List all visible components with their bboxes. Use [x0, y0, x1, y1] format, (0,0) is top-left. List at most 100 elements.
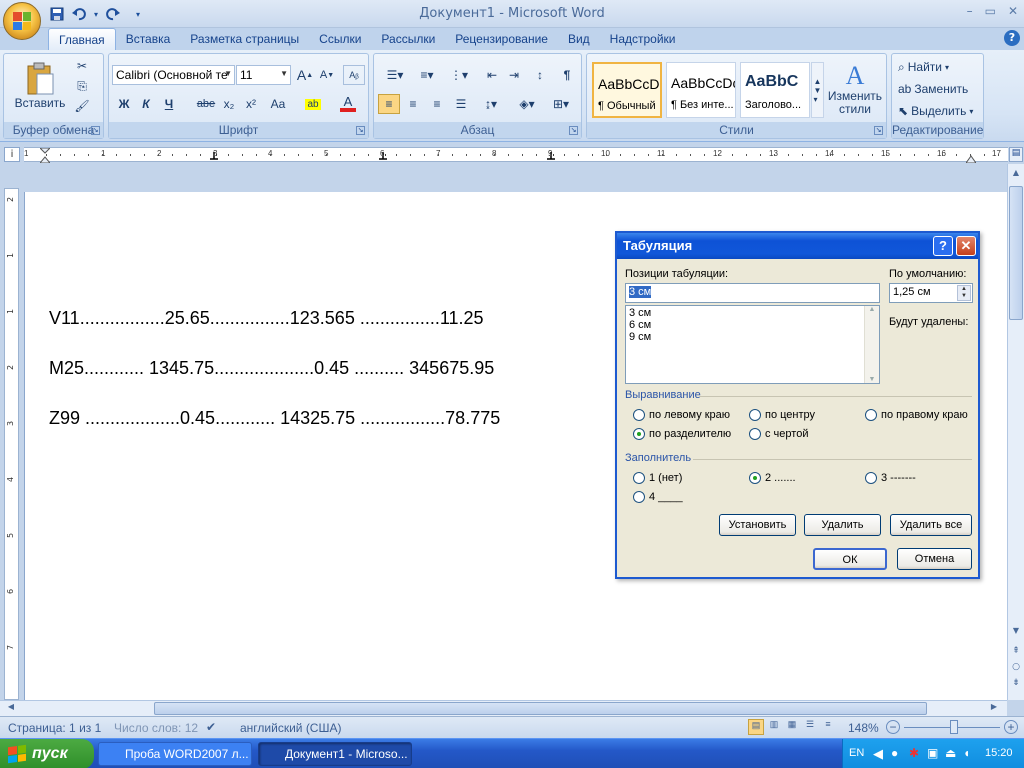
replace-button[interactable]: ab Заменить: [898, 80, 968, 98]
align-right-radio[interactable]: по правому краю: [865, 409, 968, 421]
page-count[interactable]: Страница: 1 из 1: [8, 721, 101, 735]
scroll-down-icon[interactable]: ▼: [1009, 626, 1023, 640]
save-icon[interactable]: [48, 5, 66, 23]
align-center-icon[interactable]: ≡: [402, 94, 424, 114]
justify-icon[interactable]: ☰: [450, 94, 472, 114]
font-size-combo[interactable]: 11 ▼: [236, 65, 291, 85]
next-page-icon[interactable]: ⇟: [1009, 678, 1023, 690]
language-indicator[interactable]: английский (США): [240, 721, 341, 735]
strikethrough-button[interactable]: abe: [195, 94, 217, 114]
horizontal-ruler[interactable]: 1 1 2 3 4 5 6 7 8 9 10 11 12 13 14 15 16…: [24, 147, 1013, 163]
previous-page-icon[interactable]: ⇞: [1009, 646, 1023, 658]
redo-icon[interactable]: [104, 5, 122, 23]
ok-button[interactable]: ОК: [813, 548, 887, 570]
tab-review[interactable]: Рецензирование: [445, 28, 558, 50]
antivirus-icon[interactable]: ●: [891, 746, 898, 760]
bold-button[interactable]: Ж: [114, 94, 134, 114]
numbering-icon[interactable]: ≡▾: [412, 65, 442, 85]
font-launcher-icon[interactable]: ↘: [356, 126, 365, 135]
borders-icon[interactable]: ⊞▾: [546, 94, 576, 114]
align-bar-radio[interactable]: с чертой: [749, 428, 808, 440]
spinner-arrows-icon[interactable]: ▲ ▼: [957, 285, 971, 301]
tab-insert[interactable]: Вставка: [116, 28, 181, 50]
bluetooth-icon[interactable]: ✱: [909, 746, 919, 760]
tab-home[interactable]: Главная: [48, 28, 116, 50]
clear-all-button[interactable]: Удалить все: [890, 514, 972, 536]
cancel-button[interactable]: Отмена: [897, 548, 972, 570]
vertical-ruler[interactable]: 2 1 1 2 3 4 5 6 7: [4, 188, 19, 700]
clear-formatting-icon[interactable]: Aᵦ: [343, 65, 365, 85]
line-spacing-icon[interactable]: ↨▾: [476, 94, 506, 114]
customize-qat-icon[interactable]: ▾: [134, 5, 142, 23]
paragraph-launcher-icon[interactable]: ↘: [569, 126, 578, 135]
dialog-titlebar[interactable]: Табуляция: [617, 233, 978, 259]
volume-icon[interactable]: ◖: [963, 746, 970, 760]
style-no-spacing[interactable]: AaBbCcDc ¶ Без инте...: [666, 62, 736, 118]
clipboard-launcher-icon[interactable]: ↘: [91, 126, 100, 135]
grow-font-icon[interactable]: A ▲: [295, 65, 315, 85]
clear-button[interactable]: Удалить: [804, 514, 881, 536]
highlight-icon[interactable]: ab: [301, 94, 325, 114]
list-item[interactable]: 3 см: [629, 307, 876, 319]
tab-mailings[interactable]: Рассылки: [371, 28, 445, 50]
safely-remove-icon[interactable]: ⏏: [945, 746, 956, 760]
font-color-icon[interactable]: A: [339, 92, 357, 114]
subscript-button[interactable]: x₂: [219, 94, 239, 114]
tab-selector-button[interactable]: i: [4, 147, 20, 162]
horizontal-scrollbar[interactable]: ◀ ▶: [0, 700, 1007, 716]
italic-button[interactable]: К: [136, 94, 156, 114]
find-button[interactable]: ⌕ Найти ▾: [898, 58, 949, 76]
font-name-combo[interactable]: Calibri (Основной те ▼: [112, 65, 235, 85]
leader-dashes-radio[interactable]: 3 -------: [865, 472, 916, 484]
indent-marker-icon[interactable]: [40, 148, 50, 163]
leader-none-radio[interactable]: 1 (нет): [633, 472, 682, 484]
underline-button[interactable]: Ч: [158, 94, 180, 114]
align-left-icon[interactable]: ≡: [378, 94, 400, 114]
scroll-thumb[interactable]: [1009, 186, 1023, 320]
draft-icon[interactable]: ≡: [820, 719, 836, 735]
start-button[interactable]: пуск: [0, 739, 94, 768]
zoom-slider-thumb[interactable]: [950, 720, 958, 734]
right-indent-marker-icon[interactable]: [966, 148, 976, 163]
web-layout-icon[interactable]: ▦: [784, 719, 800, 735]
decrease-indent-icon[interactable]: ⇤: [482, 65, 502, 85]
sort-icon[interactable]: ↕: [530, 65, 550, 85]
align-decimal-radio[interactable]: по разделителю: [633, 428, 731, 440]
scroll-right-icon[interactable]: ▶: [987, 702, 1001, 716]
cut-icon[interactable]: ✂: [74, 58, 90, 74]
taskbar-item-active[interactable]: Документ1 - Microso...: [258, 742, 412, 766]
align-right-icon[interactable]: ≡: [426, 94, 448, 114]
leader-dots-radio[interactable]: 2 .......: [749, 472, 796, 484]
select-button[interactable]: ⬉ Выделить ▾: [898, 102, 973, 120]
scroll-down-icon[interactable]: ▼: [865, 376, 879, 383]
list-item[interactable]: 6 см: [629, 319, 876, 331]
vertical-scrollbar[interactable]: ▲ ▼ ⇞ ○ ⇟: [1007, 164, 1024, 700]
dialog-help-button[interactable]: ?: [933, 236, 953, 256]
copy-icon[interactable]: ⎘: [74, 78, 90, 94]
list-scrollbar[interactable]: ▲ ▼: [864, 306, 879, 383]
multilevel-list-icon[interactable]: ⋮▾: [444, 65, 474, 85]
style-heading-1[interactable]: AaBbC Заголово...: [740, 62, 810, 118]
styles-launcher-icon[interactable]: ↘: [874, 126, 883, 135]
default-stops-spinner[interactable]: 1,25 см ▲ ▼: [889, 283, 973, 303]
style-normal[interactable]: AaBbCcDc ¶ Обычный: [592, 62, 662, 118]
help-icon[interactable]: ?: [1004, 30, 1020, 46]
align-left-radio[interactable]: по левому краю: [633, 409, 730, 421]
undo-dropdown-icon[interactable]: ▾: [92, 5, 100, 23]
document-line[interactable]: Z99 ...................0.45............ …: [49, 408, 500, 429]
styles-scroll[interactable]: ▲ ▼ ▾: [811, 62, 824, 118]
dialog-close-button[interactable]: ✕: [956, 236, 976, 256]
clock[interactable]: 15:20: [985, 747, 1013, 759]
full-screen-reading-icon[interactable]: ▥: [766, 719, 782, 735]
zoom-in-icon[interactable]: +: [1004, 720, 1018, 734]
paste-button[interactable]: Вставить: [10, 56, 70, 116]
tab-positions-list[interactable]: 3 см 6 см 9 см ▲ ▼: [625, 305, 880, 384]
undo-icon[interactable]: [70, 5, 88, 23]
show-marks-icon[interactable]: ¶: [556, 65, 578, 85]
align-center-radio[interactable]: по центру: [749, 409, 815, 421]
language-bar[interactable]: EN: [849, 747, 864, 759]
leader-line-radio[interactable]: 4 ____: [633, 491, 683, 503]
change-styles-button[interactable]: A Изменить стили: [827, 58, 883, 120]
close-button[interactable]: ✕: [1008, 4, 1018, 18]
document-line[interactable]: M25............ 1345.75.................…: [49, 358, 494, 379]
